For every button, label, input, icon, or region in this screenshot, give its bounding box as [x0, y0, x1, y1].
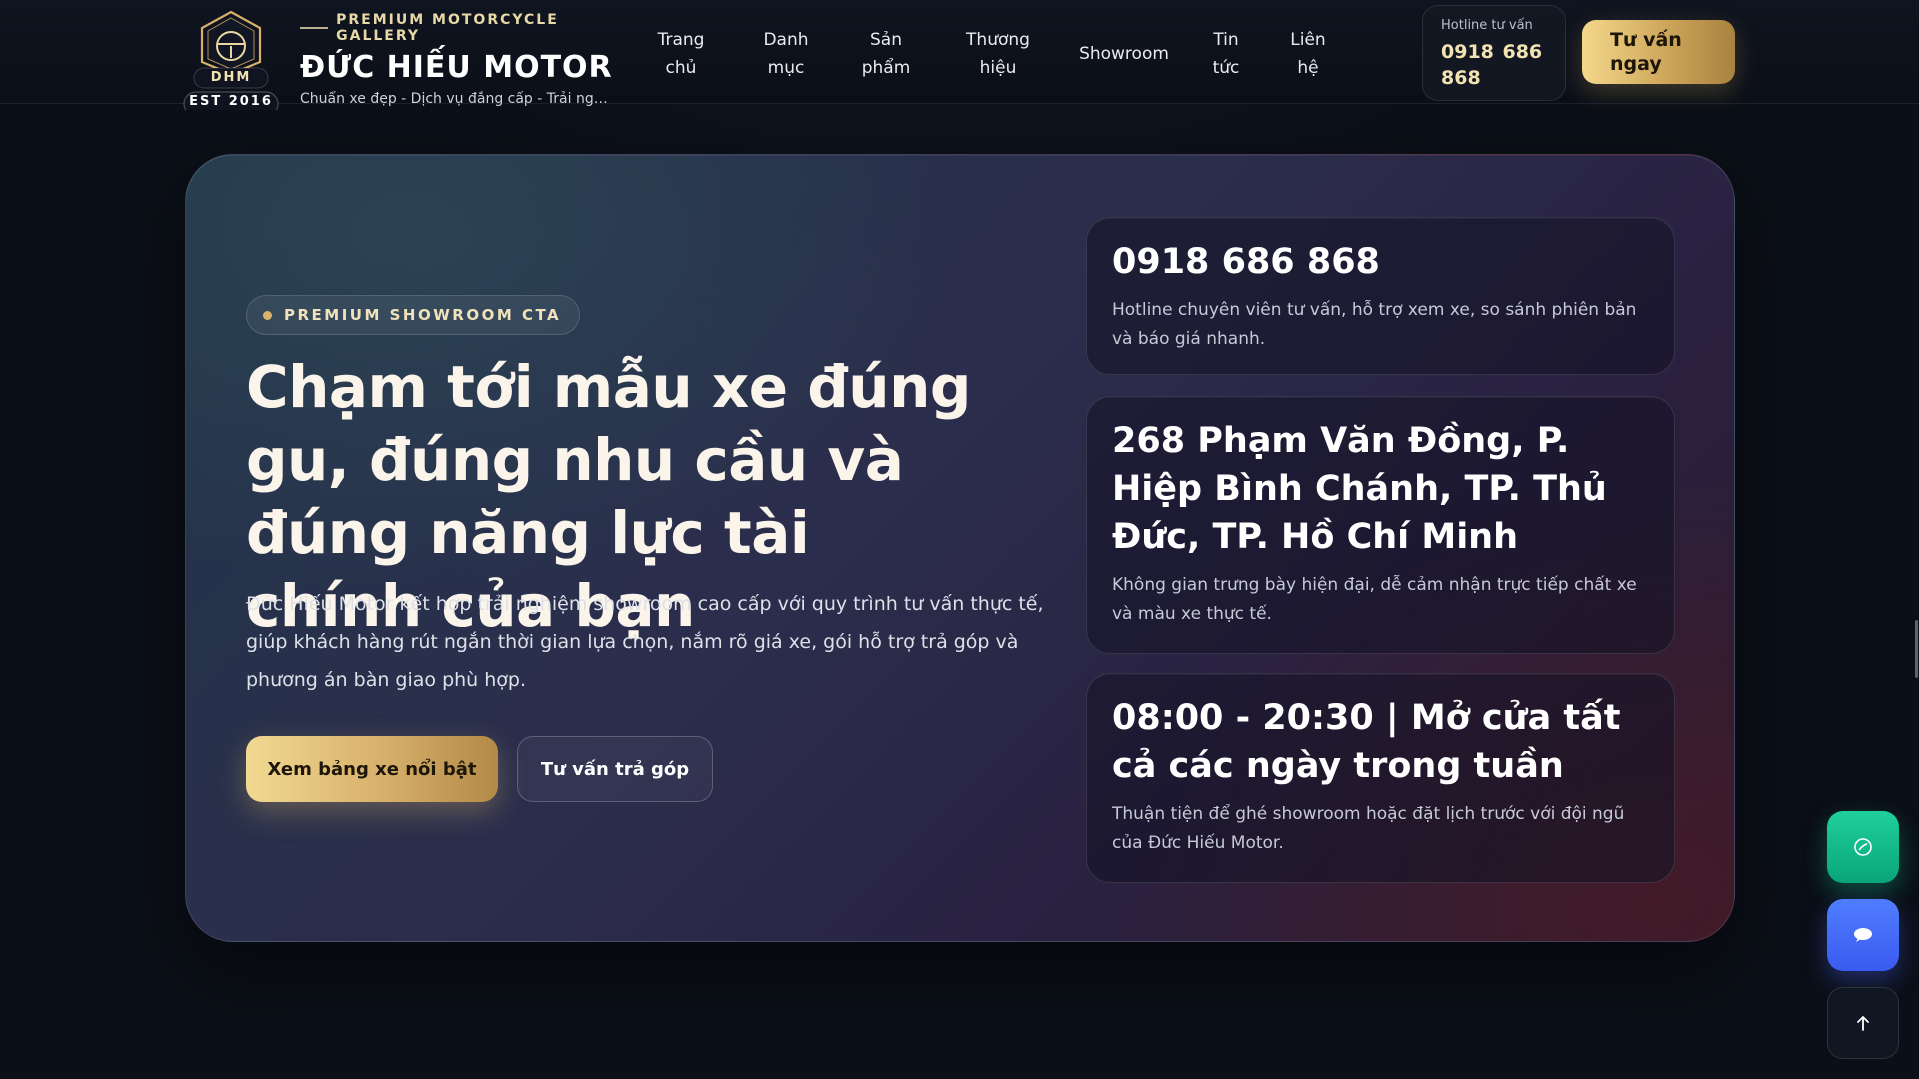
cta-badge: PREMIUM SHOWROOM CTA [246, 295, 581, 335]
brand-name[interactable]: ĐỨC HIẾU MOTOR [300, 50, 630, 85]
tagline-line [300, 27, 329, 29]
scroll-top-button[interactable] [1827, 987, 1899, 1059]
brand-logo[interactable]: DHM EST 2016 [182, 10, 280, 110]
info-card-hours: 08:00 - 20:30 | Mở cửa tất cả các ngày t… [1086, 673, 1675, 883]
logo-monogram: DHM [210, 70, 252, 85]
info-card-text: Không gian trưng bày hiện đại, dễ cảm nh… [1112, 575, 1637, 624]
arrow-up-icon [1857, 1016, 1869, 1031]
info-card-text: Thuận tiện để ghé showroom hoặc đặt lịch… [1112, 804, 1625, 853]
page-scrollbar-thumb[interactable] [1915, 620, 1918, 678]
info-card-text: Hotline chuyên viên tư vấn, hỗ trợ xem x… [1112, 300, 1637, 349]
hotline-label: Hotline tư vấn [1441, 18, 1533, 33]
header-hotline[interactable]: Hotline tư vấn 0918 686 868 [1422, 5, 1566, 101]
brand-subtitle: Chuẩn xe đẹp - Dịch vụ đẳng cấp - Trải n… [300, 91, 612, 107]
nav-item-danh-muc[interactable]: Danh mục [746, 26, 826, 82]
logo-est: EST 2016 [189, 94, 273, 109]
floating-chat-button[interactable] [1827, 899, 1899, 971]
floating-phone-button[interactable] [1827, 811, 1899, 883]
featured-price-list-button[interactable]: Xem bảng xe nổi bật [246, 736, 498, 802]
info-card-address: 268 Phạm Văn Đồng, P. Hiệp Bình Chánh, T… [1086, 396, 1675, 654]
tagline-text: PREMIUM MOTORCYCLE GALLERY [336, 12, 559, 44]
nav-item-thuong-hieu[interactable]: Thương hiệu [946, 26, 1050, 82]
cta-panel: PREMIUM SHOWROOM CTA Chạm tới mẫu xe đún… [185, 154, 1735, 942]
hotline-number: 0918 686 868 [1441, 41, 1543, 89]
nav-item-tin-tuc[interactable]: Tin tức [1198, 26, 1254, 82]
nav-item-san-pham[interactable]: Sản phẩm [850, 26, 922, 82]
info-card-title[interactable]: 0918 686 868 [1112, 238, 1650, 286]
cta-description: Đức Hiếu Motor kết hợp trải nghiệm showr… [246, 593, 1044, 691]
phone-icon [1854, 838, 1872, 856]
site-header: DHM EST 2016 PREMIUM MOTORCYCLE GALLERY … [0, 0, 1919, 110]
consult-now-button[interactable]: Tư vấn ngay [1582, 20, 1735, 84]
badge-dot [263, 310, 272, 320]
page: DHM EST 2016 PREMIUM MOTORCYCLE GALLERY … [0, 0, 1919, 1079]
info-card-hotline: 0918 686 868 Hotline chuyên viên tư vấn,… [1086, 217, 1675, 375]
nav-item-trang-chu[interactable]: Trang chủ [640, 26, 722, 82]
main-nav: Trang chủ Danh mục Sản phẩm Thương hiệu … [640, 22, 1338, 86]
nav-item-showroom[interactable]: Showroom [1074, 40, 1174, 68]
nav-item-lien-he[interactable]: Liên hệ [1278, 26, 1338, 82]
chat-bubble-icon [1854, 928, 1872, 942]
brand-block: PREMIUM MOTORCYCLE GALLERY ĐỨC HIẾU MOTO… [300, 12, 630, 107]
installment-consult-button[interactable]: Tư vấn trả góp [517, 736, 713, 802]
info-card-title: 268 Phạm Văn Đồng, P. Hiệp Bình Chánh, T… [1112, 421, 1607, 557]
badge-text: PREMIUM SHOWROOM CTA [284, 306, 562, 324]
brand-tagline: PREMIUM MOTORCYCLE GALLERY [300, 12, 630, 44]
info-card-title: 08:00 - 20:30 | Mở cửa tất cả các ngày t… [1112, 698, 1621, 786]
